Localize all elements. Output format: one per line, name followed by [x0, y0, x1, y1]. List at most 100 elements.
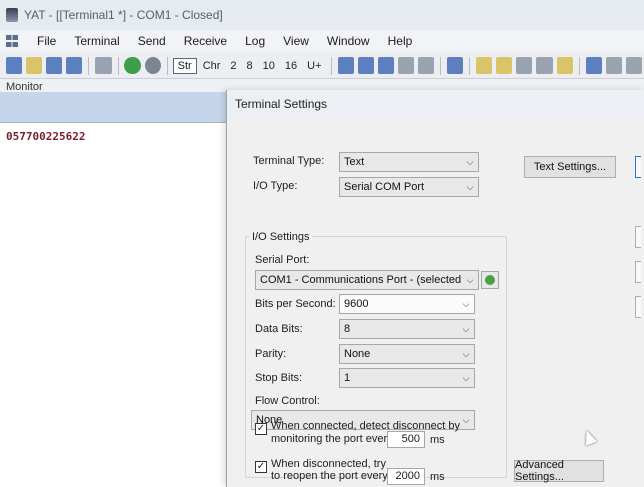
font-icon[interactable] [625, 57, 642, 74]
radix-unicode-button[interactable]: U+ [303, 59, 325, 73]
menu-help[interactable]: Help [379, 34, 422, 48]
io-type-select[interactable]: Serial COM Port ⌵ [339, 177, 479, 197]
chevron-down-icon: ⌵ [462, 414, 470, 425]
chevron-down-icon: ⌵ [466, 156, 474, 167]
chevron-down-icon: ⌵ [462, 298, 470, 309]
auto-response-icon[interactable] [585, 57, 602, 74]
window-title: YAT - [[Terminal1 *] - COM1 - Closed] [24, 8, 223, 22]
bits-per-second-value: 9600 [344, 298, 369, 310]
radix-string-button[interactable]: Str [172, 57, 197, 74]
print-icon[interactable] [417, 57, 435, 74]
log-file-icon[interactable] [516, 57, 533, 74]
refresh-ports-button[interactable] [481, 271, 499, 289]
toolbar-separator [166, 56, 168, 75]
chevron-down-icon: ⌵ [466, 274, 474, 285]
new-terminal-icon[interactable] [6, 57, 23, 74]
detect-disconnect-interval-input[interactable]: 500 [387, 431, 425, 448]
advanced-settings-button[interactable]: Advanced Settings... [514, 459, 604, 483]
terminal-grid-icon[interactable] [6, 35, 18, 47]
serial-port-select[interactable]: COM1 - Communications Port - (selected b… [255, 270, 479, 290]
reopen-port-label-line2: to reopen the port every [271, 470, 388, 482]
clear-icon[interactable] [397, 57, 414, 74]
terminal-type-label: Terminal Type: [253, 155, 325, 167]
reopen-port-interval-input[interactable]: 2000 [387, 468, 425, 485]
chevron-down-icon: ⌵ [462, 323, 470, 334]
data-bits-label: Data Bits: [255, 323, 303, 335]
help-button-edge[interactable] [635, 296, 641, 318]
settings-icon[interactable] [95, 57, 112, 74]
io-type-value: Serial COM Port [344, 181, 425, 193]
save-all-icon[interactable] [66, 57, 83, 74]
radix-char-button[interactable]: Chr [199, 59, 225, 73]
menu-send[interactable]: Send [129, 34, 175, 48]
parity-select[interactable]: None ⌵ [339, 344, 475, 364]
radix-hex-button[interactable]: 16 [281, 59, 301, 73]
menu-window[interactable]: Window [318, 34, 379, 48]
bits-per-second-select[interactable]: 9600 ⌵ [339, 294, 475, 314]
refresh-icon [485, 275, 495, 285]
monitor-line: 057700225622 [6, 130, 86, 143]
chevron-down-icon: ⌵ [462, 372, 470, 383]
detect-disconnect-checkbox[interactable]: ✓ [255, 423, 267, 435]
open-folder-icon[interactable] [26, 57, 43, 74]
log-search-icon[interactable] [556, 57, 573, 74]
stop-bits-label: Stop Bits: [255, 372, 303, 384]
radix-bin-button[interactable]: 2 [226, 59, 240, 73]
data-bits-select[interactable]: 8 ⌵ [339, 319, 475, 339]
close-port-icon[interactable] [144, 57, 161, 74]
reopen-port-checkbox[interactable]: ✓ [255, 461, 267, 473]
parity-value: None [344, 348, 371, 360]
text-settings-button[interactable]: Text Settings... [524, 156, 616, 178]
io-settings-group-title: I/O Settings [249, 231, 313, 243]
bits-per-second-label: Bits per Second: [255, 298, 336, 310]
toolbar: Str Chr 2 8 10 16 U+ [0, 53, 644, 79]
find-icon[interactable] [447, 57, 464, 74]
log-check-icon[interactable] [496, 57, 513, 74]
toolbar-separator [330, 56, 332, 75]
detect-disconnect-label-line1: When connected, detect disconnect by [271, 420, 460, 432]
dialog-body: Terminal Type: Text ⌵ I/O Type: Serial C… [227, 118, 644, 487]
parity-label: Parity: [255, 348, 287, 360]
io-type-label: I/O Type: [253, 180, 298, 192]
ok-button-edge[interactable] [635, 156, 641, 178]
log-copy-icon[interactable] [536, 57, 553, 74]
serial-port-label: Serial Port: [255, 254, 310, 266]
menu-file[interactable]: File [28, 34, 65, 48]
monitor-panel[interactable]: 057700225622 [0, 122, 230, 487]
toolbar-separator [117, 56, 119, 75]
show-tx-icon[interactable] [337, 57, 354, 74]
log-edit-icon[interactable] [476, 57, 493, 74]
save-icon[interactable] [46, 57, 63, 74]
open-port-icon[interactable] [124, 57, 141, 74]
terminal-type-value: Text [344, 156, 365, 168]
terminal-type-select[interactable]: Text ⌵ [339, 152, 479, 172]
menu-receive[interactable]: Receive [175, 34, 236, 48]
auto-action-icon[interactable] [605, 57, 622, 74]
chevron-down-icon: ⌵ [462, 348, 470, 359]
radix-oct-button[interactable]: 8 [243, 59, 257, 73]
toolbar-separator [88, 56, 90, 75]
title-bar: YAT - [[Terminal1 *] - COM1 - Closed] [0, 0, 644, 30]
flow-control-label: Flow Control: [255, 395, 320, 407]
stop-bits-select[interactable]: 1 ⌵ [339, 368, 475, 388]
detect-disconnect-unit: ms [430, 434, 445, 446]
monitor-header [0, 92, 230, 122]
defaults-button-edge[interactable] [635, 261, 641, 283]
toolbar-separator [469, 56, 471, 75]
menu-terminal[interactable]: Terminal [65, 34, 128, 48]
stop-bits-value: 1 [344, 372, 351, 384]
toolbar-separator [440, 56, 441, 75]
show-bidir-icon[interactable] [357, 57, 374, 74]
radix-dec-button[interactable]: 10 [259, 59, 279, 73]
menu-log[interactable]: Log [236, 34, 274, 48]
reopen-port-unit: ms [430, 471, 445, 483]
serial-port-value: COM1 - Communications Port - (selected b… [260, 274, 462, 286]
menu-bar: File Terminal Send Receive Log View Wind… [0, 31, 644, 51]
dialog-title: Terminal Settings [227, 90, 644, 118]
mouse-cursor-icon [580, 428, 598, 446]
show-rx-icon[interactable] [377, 57, 394, 74]
reopen-port-label-line1: When disconnected, try [271, 458, 386, 470]
cancel-button-edge[interactable] [635, 226, 641, 248]
app-icon [6, 8, 18, 22]
menu-view[interactable]: View [274, 34, 318, 48]
